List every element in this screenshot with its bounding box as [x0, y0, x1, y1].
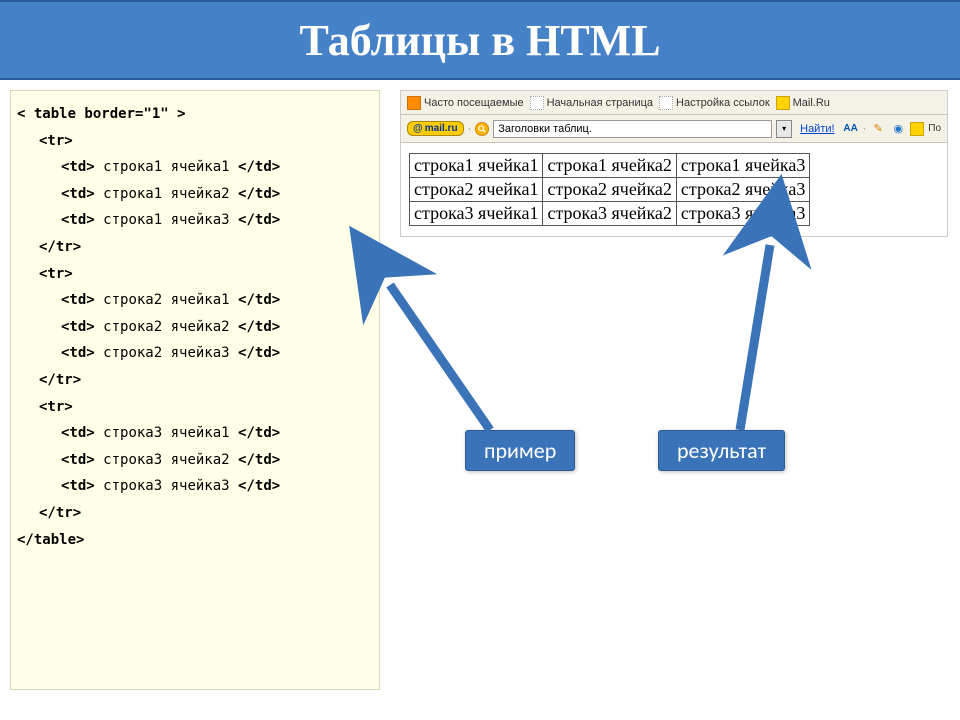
dropdown-button[interactable]: ▾: [776, 120, 792, 138]
table-cell: строка2 ячейка3: [676, 178, 809, 202]
bookmark-frequent[interactable]: Часто посещаемые: [407, 96, 524, 110]
code-td-open: <td>: [61, 478, 95, 494]
table-row: строка1 ячейка1 строка1 ячейка2 строка1 …: [410, 154, 810, 178]
code-td-close: </td>: [238, 186, 280, 202]
label-result: результат: [658, 430, 785, 471]
arrow-example: [390, 285, 490, 430]
font-size-icon[interactable]: AA: [843, 121, 859, 137]
code-cell: строка1 ячейка3: [103, 212, 229, 228]
bookmark-mailru[interactable]: Mail.Ru: [776, 96, 830, 110]
code-table-close: </table>: [17, 532, 84, 548]
slide-title-bar: Таблицы в HTML: [0, 0, 960, 80]
bookmark-home[interactable]: Начальная страница: [530, 96, 653, 110]
code-td-close: </td>: [238, 478, 280, 494]
code-td-open: <td>: [61, 319, 95, 335]
code-tr-close-2: </tr>: [39, 372, 81, 388]
globe-icon[interactable]: ◉: [890, 121, 906, 137]
code-cell: строка2 ячейка3: [103, 345, 229, 361]
browser-mock: Часто посещаемые Начальная страница Наст…: [400, 90, 948, 237]
bookmark-label: Mail.Ru: [793, 97, 830, 109]
code-td-close: </td>: [238, 212, 280, 228]
code-td-open: <td>: [61, 159, 95, 175]
page-icon: [659, 96, 673, 110]
mailru-logo[interactable]: @mail.ru: [407, 121, 464, 136]
at-icon: @: [413, 123, 423, 134]
bookmark-links[interactable]: Настройка ссылок: [659, 96, 770, 110]
code-td-close: </td>: [238, 345, 280, 361]
mail-icon: [776, 96, 790, 110]
pencil-icon[interactable]: ✎: [870, 121, 886, 137]
code-tr-open-2: <tr>: [39, 266, 73, 282]
code-tr-close-3: </tr>: [39, 505, 81, 521]
table-cell: строка1 ячейка3: [676, 154, 809, 178]
table-cell: строка2 ячейка1: [410, 178, 543, 202]
code-td-open: <td>: [61, 345, 95, 361]
logo-text: mail.ru: [425, 123, 458, 134]
code-td-open: <td>: [61, 452, 95, 468]
code-td-open: <td>: [61, 186, 95, 202]
table-cell: строка3 ячейка3: [676, 202, 809, 226]
code-cell: строка2 ячейка2: [103, 319, 229, 335]
table-cell: строка3 ячейка1: [410, 202, 543, 226]
code-cell: строка3 ячейка2: [103, 452, 229, 468]
code-cell: строка3 ячейка1: [103, 425, 229, 441]
code-example-panel: < table border="1" > <tr> <td> строка1 я…: [10, 90, 380, 690]
code-td-close: </td>: [238, 319, 280, 335]
rss-icon: [407, 96, 421, 110]
arrow-result: [740, 245, 770, 430]
code-td-close: </td>: [238, 425, 280, 441]
code-table-open: < table border="1" >: [17, 106, 186, 122]
code-cell: строка1 ячейка2: [103, 186, 229, 202]
code-td-open: <td>: [61, 212, 95, 228]
code-td-open: <td>: [61, 425, 95, 441]
table-cell: строка2 ячейка2: [543, 178, 676, 202]
search-input[interactable]: [493, 120, 772, 138]
code-td-close: </td>: [238, 452, 280, 468]
code-cell: строка2 ячейка1: [103, 292, 229, 308]
mail-icon[interactable]: [910, 122, 924, 136]
code-tr-close-1: </tr>: [39, 239, 81, 255]
result-table: строка1 ячейка1 строка1 ячейка2 строка1 …: [409, 153, 810, 226]
bookmark-label: Часто посещаемые: [424, 97, 524, 109]
table-cell: строка3 ячейка2: [543, 202, 676, 226]
slide-title: Таблицы в HTML: [299, 15, 660, 66]
search-toolbar: @mail.ru · ▾ Найти! AA · ✎ ◉ По: [401, 115, 947, 143]
code-tr-open-1: <tr>: [39, 133, 73, 149]
table-row: строка2 ячейка1 строка2 ячейка2 строка2 …: [410, 178, 810, 202]
po-label: По: [928, 123, 941, 134]
bookmark-label: Настройка ссылок: [676, 97, 770, 109]
table-row: строка3 ячейка1 строка3 ячейка2 строка3 …: [410, 202, 810, 226]
page-icon: [530, 96, 544, 110]
slide-content: < table border="1" > <tr> <td> строка1 я…: [0, 80, 960, 720]
separator: ·: [863, 123, 867, 135]
browser-viewport: строка1 ячейка1 строка1 ячейка2 строка1 …: [401, 143, 947, 236]
code-td-close: </td>: [238, 292, 280, 308]
find-button[interactable]: Найти!: [800, 123, 834, 135]
label-example: пример: [465, 430, 575, 471]
code-cell: строка1 ячейка1: [103, 159, 229, 175]
table-cell: строка1 ячейка1: [410, 154, 543, 178]
bookmark-bar: Часто посещаемые Начальная страница Наст…: [401, 91, 947, 115]
search-icon[interactable]: [475, 122, 489, 136]
bookmark-label: Начальная страница: [547, 97, 653, 109]
table-cell: строка1 ячейка2: [543, 154, 676, 178]
separator: ·: [468, 123, 472, 135]
code-cell: строка3 ячейка3: [103, 478, 229, 494]
code-td-close: </td>: [238, 159, 280, 175]
code-td-open: <td>: [61, 292, 95, 308]
code-tr-open-3: <tr>: [39, 399, 73, 415]
